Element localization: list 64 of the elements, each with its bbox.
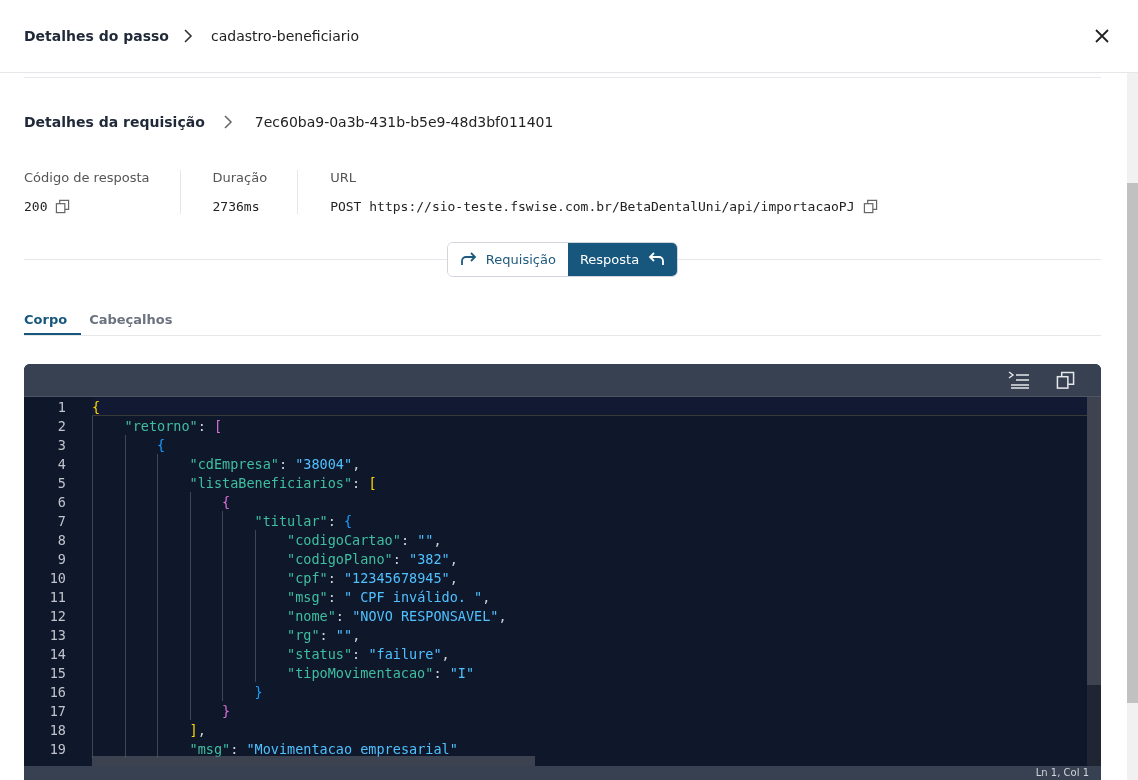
code-line: "msg": "Movimentacao empresarial" bbox=[188, 740, 458, 757]
code-line: "titular": { bbox=[253, 512, 353, 529]
code-line: ], bbox=[188, 721, 206, 738]
line-number: 19 bbox=[48, 740, 66, 757]
code-line: "retorno": [ bbox=[123, 417, 223, 434]
cursor-position: Ln 1, Col 1 bbox=[1035, 766, 1089, 780]
code-line: "msg": " CPF inválido. ", bbox=[286, 588, 491, 605]
code-line: "nome": "NOVO RESPONSAVEL", bbox=[286, 607, 507, 624]
line-number: 13 bbox=[48, 626, 66, 643]
code-line: "cpf": "12345678945", bbox=[286, 569, 458, 586]
code-line: { bbox=[92, 398, 101, 415]
scrollbar[interactable] bbox=[1127, 183, 1138, 703]
line-number: 18 bbox=[48, 721, 66, 738]
code-line: } bbox=[221, 702, 231, 719]
code-line: "codigoPlano": "382", bbox=[286, 550, 458, 567]
stat-label: URL bbox=[330, 170, 357, 185]
response-toggle-button[interactable]: Resposta bbox=[567, 242, 678, 276]
code-line: "codigoCartao": "", bbox=[286, 531, 442, 548]
line-number: 2 bbox=[56, 417, 66, 434]
line-number: 4 bbox=[56, 455, 66, 472]
line-number: 5 bbox=[56, 474, 66, 491]
line-number: 17 bbox=[48, 702, 66, 719]
chevron-right-icon bbox=[183, 28, 193, 44]
copy-icon[interactable] bbox=[1056, 370, 1075, 390]
line-number: 15 bbox=[48, 664, 66, 681]
scrollbar[interactable] bbox=[1087, 397, 1101, 685]
line-number: 1 bbox=[56, 398, 66, 415]
line-number: 8 bbox=[56, 531, 66, 548]
section-title: Detalhes da requisição bbox=[24, 114, 205, 130]
copy-icon[interactable] bbox=[55, 199, 71, 214]
line-number: 14 bbox=[48, 645, 66, 662]
code-line: { bbox=[156, 436, 166, 453]
stat-label: Duração bbox=[212, 170, 268, 185]
line-number: 3 bbox=[56, 436, 66, 453]
undo-arrow-icon bbox=[647, 252, 666, 266]
close-icon bbox=[1094, 28, 1110, 44]
scrollbar[interactable] bbox=[92, 756, 535, 766]
line-number: 16 bbox=[48, 683, 66, 700]
line-number: 7 bbox=[56, 512, 66, 529]
tab[interactable]: Corpo bbox=[24, 306, 82, 335]
stat-value: 200 bbox=[24, 199, 48, 214]
panel-title: Detalhes do passo bbox=[24, 28, 169, 44]
stat-label: Código de resposta bbox=[24, 170, 150, 185]
code-line: } bbox=[253, 683, 263, 700]
line-number: 11 bbox=[48, 588, 66, 605]
step-name: cadastro-beneficiario bbox=[211, 28, 360, 44]
copy-icon[interactable] bbox=[862, 199, 878, 214]
tab[interactable]: Cabeçalhos bbox=[89, 306, 181, 335]
code-line: "rg": "", bbox=[286, 626, 361, 643]
code-line: "listaBeneficiarios": [ bbox=[188, 474, 377, 491]
format-icon[interactable] bbox=[1008, 371, 1030, 389]
code-line: "tipoMovimentacao": "I" bbox=[286, 664, 475, 681]
redo-arrow-icon bbox=[459, 252, 478, 266]
request-id: 7ec60ba9-0a3b-431b-b5e9-48d3bf011401 bbox=[254, 114, 554, 130]
code-line: { bbox=[221, 493, 231, 510]
code-line: "status": "failure", bbox=[286, 645, 450, 662]
stat-value: 2736ms bbox=[212, 199, 260, 214]
code-line: "cdEmpresa": "38004", bbox=[188, 455, 361, 472]
line-number: 6 bbox=[56, 493, 66, 510]
stat-value: POST https://sio-teste.fswise.com.br/BetaDentalUni/api/importacaoPJ bbox=[330, 199, 855, 214]
line-number: 10 bbox=[48, 569, 66, 586]
chevron-right-icon bbox=[222, 114, 233, 130]
line-number: 12 bbox=[48, 607, 66, 624]
line-number: 9 bbox=[56, 550, 66, 567]
